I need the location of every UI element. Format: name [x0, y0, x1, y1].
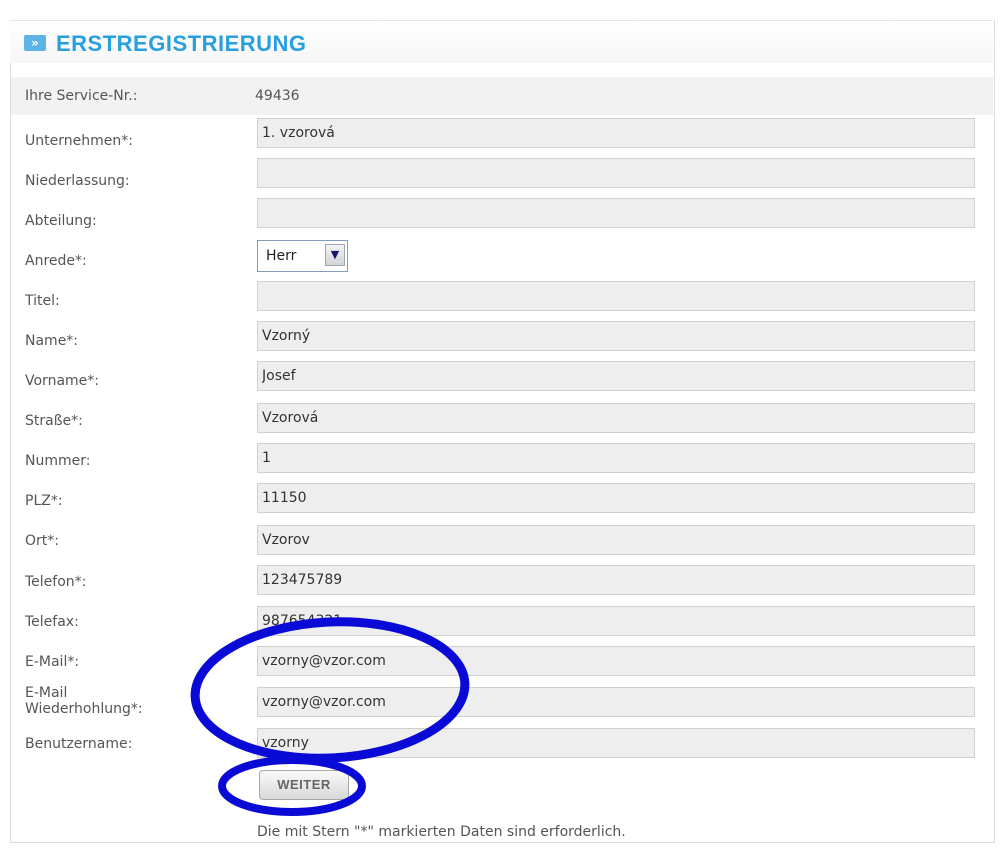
annotation-overlay [190, 617, 470, 816]
email-annotation-circle [190, 617, 470, 763]
button-annotation-circle [218, 756, 366, 816]
